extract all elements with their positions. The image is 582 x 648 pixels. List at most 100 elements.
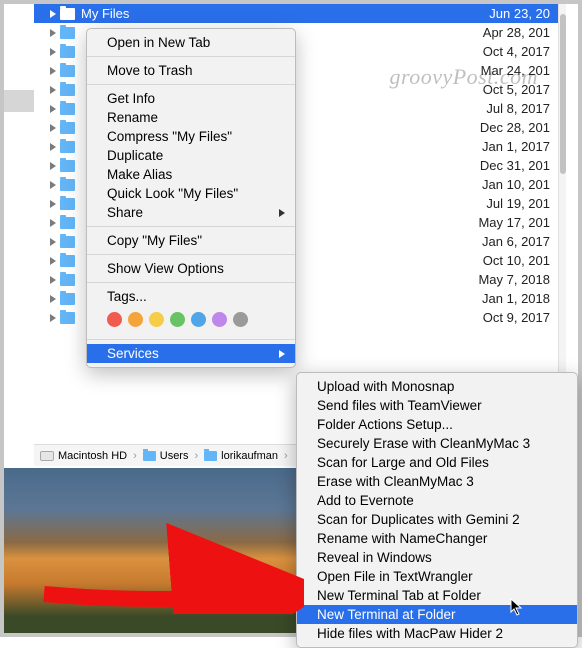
sidebar-selection — [4, 90, 34, 112]
folder-icon — [204, 451, 217, 461]
folder-icon — [60, 122, 75, 134]
file-date: Dec 31, 201 — [458, 158, 558, 173]
file-date: Oct 10, 201 — [458, 253, 558, 268]
menu-copy[interactable]: Copy "My Files" — [87, 231, 295, 250]
menu-view-options[interactable]: Show View Options — [87, 259, 295, 278]
tag-color[interactable] — [233, 312, 248, 327]
menu-duplicate[interactable]: Duplicate — [87, 146, 295, 165]
file-date: Jan 1, 2018 — [458, 291, 558, 306]
menu-get-info[interactable]: Get Info — [87, 89, 295, 108]
disclosure-icon[interactable] — [50, 105, 56, 113]
folder-icon — [143, 451, 156, 461]
svc-folder-actions[interactable]: Folder Actions Setup... — [297, 415, 577, 434]
tag-color[interactable] — [128, 312, 143, 327]
folder-icon — [60, 8, 75, 20]
folder-icon — [60, 217, 75, 229]
folder-icon — [60, 198, 75, 210]
menu-quick-look[interactable]: Quick Look "My Files" — [87, 184, 295, 203]
path-disk[interactable]: Macintosh HD — [58, 450, 127, 462]
path-user[interactable]: lorikaufman — [221, 450, 278, 462]
disclosure-icon[interactable] — [50, 200, 56, 208]
disk-icon — [40, 451, 54, 461]
menu-compress[interactable]: Compress "My Files" — [87, 127, 295, 146]
disclosure-icon[interactable] — [50, 295, 56, 303]
file-name: My Files — [81, 6, 458, 21]
folder-icon — [60, 293, 75, 305]
disclosure-icon[interactable] — [50, 29, 56, 37]
disclosure-icon[interactable] — [50, 124, 56, 132]
tag-color[interactable] — [212, 312, 227, 327]
disclosure-icon[interactable] — [50, 48, 56, 56]
folder-icon — [60, 179, 75, 191]
disclosure-icon[interactable] — [50, 219, 56, 227]
file-date: Oct 4, 2017 — [458, 44, 558, 59]
disclosure-icon[interactable] — [50, 10, 56, 18]
svc-upload-monosnap[interactable]: Upload with Monosnap — [297, 377, 577, 396]
svc-add-evernote[interactable]: Add to Evernote — [297, 491, 577, 510]
tag-color[interactable] — [149, 312, 164, 327]
chevron-right-icon: › — [192, 450, 200, 462]
disclosure-icon[interactable] — [50, 162, 56, 170]
disclosure-icon[interactable] — [50, 181, 56, 189]
file-date: May 17, 201 — [458, 215, 558, 230]
disclosure-icon[interactable] — [50, 143, 56, 151]
tag-color[interactable] — [107, 312, 122, 327]
disclosure-icon[interactable] — [50, 257, 56, 265]
disclosure-icon[interactable] — [50, 314, 56, 322]
svc-new-terminal-tab[interactable]: New Terminal Tab at Folder — [297, 586, 577, 605]
file-date: Jan 10, 201 — [458, 177, 558, 192]
folder-icon — [60, 141, 75, 153]
file-date: Jul 8, 2017 — [458, 101, 558, 116]
disclosure-icon[interactable] — [50, 276, 56, 284]
scroll-thumb[interactable] — [560, 14, 566, 174]
folder-icon — [60, 312, 75, 324]
submenu-arrow-icon — [279, 209, 285, 217]
svc-reveal-windows[interactable]: Reveal in Windows — [297, 548, 577, 567]
tag-color[interactable] — [170, 312, 185, 327]
watermark: groovyPost.com — [389, 64, 538, 90]
svc-hide-macpaw[interactable]: Hide files with MacPaw Hider 2 — [297, 624, 577, 643]
svc-rename-namechanger[interactable]: Rename with NameChanger — [297, 529, 577, 548]
submenu-arrow-icon — [279, 350, 285, 358]
disclosure-icon[interactable] — [50, 238, 56, 246]
svc-new-terminal-folder[interactable]: New Terminal at Folder — [297, 605, 577, 624]
chevron-right-icon: › — [282, 450, 290, 462]
tags-row — [87, 306, 295, 335]
services-submenu: Upload with Monosnap Send files with Tea… — [296, 372, 578, 648]
menu-tags[interactable]: Tags... — [87, 287, 295, 306]
folder-icon — [60, 255, 75, 267]
menu-separator — [87, 84, 295, 85]
disclosure-icon[interactable] — [50, 67, 56, 75]
file-date: Dec 28, 201 — [458, 120, 558, 135]
chevron-right-icon: › — [131, 450, 139, 462]
menu-open-new-tab[interactable]: Open in New Tab — [87, 33, 295, 52]
svc-scan-duplicates[interactable]: Scan for Duplicates with Gemini 2 — [297, 510, 577, 529]
file-row-selected[interactable]: My Files Jun 23, 20 — [34, 4, 558, 23]
menu-separator — [87, 56, 295, 57]
menu-rename[interactable]: Rename — [87, 108, 295, 127]
svc-erase-cmm[interactable]: Erase with CleanMyMac 3 — [297, 472, 577, 491]
tag-color[interactable] — [191, 312, 206, 327]
folder-icon — [60, 236, 75, 248]
context-menu: Open in New Tab Move to Trash Get Info R… — [86, 28, 296, 368]
svc-open-textwrangler[interactable]: Open File in TextWrangler — [297, 567, 577, 586]
svc-scan-large[interactable]: Scan for Large and Old Files — [297, 453, 577, 472]
folder-icon — [60, 160, 75, 172]
path-users[interactable]: Users — [160, 450, 189, 462]
folder-icon — [60, 27, 75, 39]
file-date: Jul 19, 201 — [458, 196, 558, 211]
menu-services[interactable]: Services — [87, 344, 295, 363]
menu-share[interactable]: Share — [87, 203, 295, 222]
svc-send-teamviewer[interactable]: Send files with TeamViewer — [297, 396, 577, 415]
folder-icon — [60, 274, 75, 286]
file-date: Jan 1, 2017 — [458, 139, 558, 154]
menu-separator — [87, 282, 295, 283]
disclosure-icon[interactable] — [50, 86, 56, 94]
menu-separator — [87, 226, 295, 227]
file-date: Jan 6, 2017 — [458, 234, 558, 249]
file-date: Jun 23, 20 — [458, 6, 558, 21]
menu-make-alias[interactable]: Make Alias — [87, 165, 295, 184]
file-date: Apr 28, 201 — [458, 25, 558, 40]
menu-move-trash[interactable]: Move to Trash — [87, 61, 295, 80]
svc-securely-erase[interactable]: Securely Erase with CleanMyMac 3 — [297, 434, 577, 453]
